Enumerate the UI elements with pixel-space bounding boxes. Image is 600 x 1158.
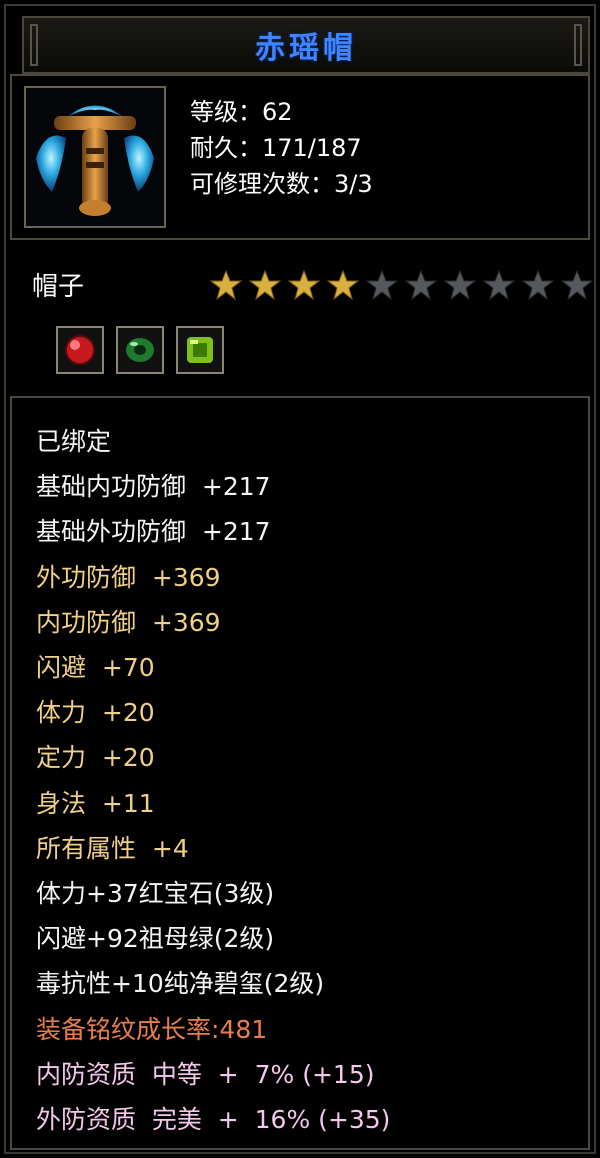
- item-info-panel: 等级：62 耐久：171/187 可修理次数：3/3: [10, 74, 590, 240]
- star-empty-icon: [561, 270, 593, 300]
- property-line: 内功防御 +369: [36, 607, 221, 637]
- star-empty-icon: [522, 270, 554, 300]
- title-bar-left-cap: [30, 24, 38, 66]
- star-filled-icon: [327, 270, 359, 300]
- item-level: 等级：62: [190, 98, 293, 126]
- title-bar-right-cap: [574, 24, 582, 66]
- green-ring-gem-icon[interactable]: [116, 326, 164, 374]
- property-line: 闪避+92祖母绿(2级): [36, 924, 275, 954]
- property-line: 已绑定: [36, 427, 112, 456]
- red-gem-icon[interactable]: [56, 326, 104, 374]
- property-line: 体力 +20: [36, 698, 155, 728]
- hat-item-icon: [24, 86, 166, 228]
- property-line: 外功防御 +369: [36, 562, 221, 592]
- title-bar: 赤瑶帽: [22, 16, 590, 74]
- green-square-gem-icon[interactable]: [176, 326, 224, 374]
- property-line: 装备铭纹成长率:481: [36, 1014, 268, 1044]
- property-line: 体力+37红宝石(3级): [36, 879, 275, 908]
- item-type: 帽子: [32, 272, 85, 302]
- gem-sockets: [56, 326, 224, 374]
- property-line: 内防资质 中等 + 7% (+15): [36, 1059, 375, 1089]
- star-empty-icon: [366, 270, 398, 300]
- item-repair-count: 可修理次数：3/3: [190, 170, 373, 198]
- star-empty-icon: [444, 270, 476, 300]
- property-line: 定力 +20: [36, 743, 155, 773]
- star-empty-icon: [483, 270, 515, 300]
- property-line: 基础外功防御 +217: [36, 517, 271, 547]
- star-filled-icon: [210, 270, 242, 300]
- property-line: 外防资质 完美 + 16% (+35): [36, 1105, 391, 1134]
- property-line: 基础内功防御 +217: [36, 472, 271, 502]
- star-filled-icon: [249, 270, 281, 300]
- star-rating: [210, 270, 593, 300]
- property-line: 所有属性 +4: [36, 833, 189, 863]
- star-filled-icon: [288, 270, 320, 300]
- item-title: 赤瑶帽: [255, 31, 357, 66]
- property-line: 毒抗性+10纯净碧玺(2级): [36, 969, 325, 999]
- property-line: 身法 +11: [36, 788, 155, 818]
- star-empty-icon: [405, 270, 437, 300]
- property-line: 闪避 +70: [36, 653, 155, 682]
- item-durability: 耐久：171/187: [190, 134, 362, 162]
- item-properties-panel: 已绑定基础内功防御 +217 基础外功防御 +217 外功防御 +369 内功防御 +…: [10, 396, 590, 1150]
